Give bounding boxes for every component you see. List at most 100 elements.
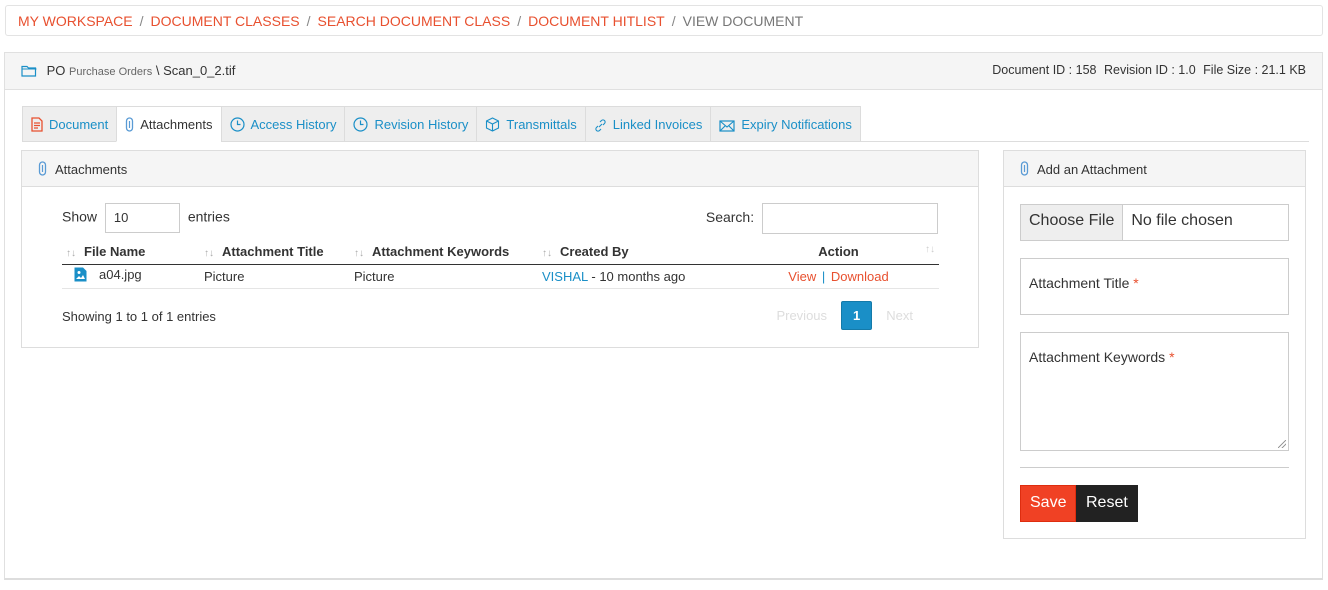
document-header: PO Purchase Orders \ Scan_0_2.tif Docume… (5, 53, 1322, 90)
sort-icon: ↑↓ (542, 247, 552, 259)
breadcrumb: MY WORKSPACE / DOCUMENT CLASSES / SEARCH DOC… (5, 5, 1323, 36)
entries-label: entries (187, 208, 230, 225)
column-header-created-by[interactable]: ↑↓ Created By (538, 239, 738, 265)
attachment-title-input[interactable]: Attachment Title * (1020, 258, 1289, 315)
path-separator: \ (155, 63, 160, 78)
paperclip-icon (1020, 161, 1029, 179)
document-class-name: Purchase Orders (69, 66, 153, 78)
paperclip-icon (125, 110, 134, 146)
cell-created-by: VISHAL - 10 months ago (538, 264, 738, 289)
choose-file-button[interactable]: Choose File (1021, 205, 1124, 240)
page-length-select[interactable]: 10 (104, 203, 180, 233)
view-link[interactable]: View (788, 269, 816, 284)
revision-id: Revision ID : 1.0 (1103, 63, 1196, 77)
search-label: Search: (705, 209, 755, 226)
pagination-previous[interactable]: Previous (766, 302, 837, 329)
column-header-attachment-title[interactable]: ↑↓ Attachment Title (200, 239, 350, 265)
search-input[interactable] (762, 203, 938, 234)
tab-transmittals[interactable]: Transmittals (476, 106, 585, 142)
paperclip-icon (38, 161, 47, 179)
column-label: File Name (84, 243, 146, 259)
document-view-panel: PO Purchase Orders \ Scan_0_2.tif Docume… (4, 52, 1323, 580)
show-label: Show (62, 208, 98, 225)
download-link[interactable]: Download (831, 269, 889, 284)
attachments-panel-title: Attachments (55, 162, 128, 177)
breadcrumb-my-workspace[interactable]: MY WORKSPACE (18, 13, 133, 29)
add-attachment-title: Add an Attachment (1037, 162, 1147, 177)
document-id: Document ID : 158 (992, 63, 1097, 77)
sort-icon: ↑↓ (925, 243, 935, 255)
sort-icon: ↑↓ (66, 247, 76, 259)
breadcrumb-current: VIEW DOCUMENT (682, 13, 804, 29)
required-mark: * (1133, 275, 1139, 291)
breadcrumb-search-document-class[interactable]: SEARCH DOCUMENT CLASS (318, 13, 511, 29)
breadcrumb-document-hitlist[interactable]: DOCUMENT HITLIST (528, 13, 665, 29)
file-size: File Size : 21.1 KB (1203, 63, 1306, 77)
table-search-control: Search: (706, 203, 938, 234)
tab-label: Attachments (140, 117, 213, 132)
table-info: Showing 1 to 1 of 1 entries (62, 309, 216, 324)
table-row: a04.jpg Picture Picture VISHAL - 10 mont… (62, 264, 939, 289)
tab-label: Transmittals (506, 117, 577, 132)
save-button[interactable]: Save (1020, 485, 1077, 522)
document-tabs: Document Attachments Access History Revi… (22, 106, 1309, 142)
clock-icon (229, 110, 245, 146)
attachment-title-placeholder: Attachment Title (1029, 275, 1130, 291)
cell-attachment-title: Picture (200, 264, 350, 289)
file-pdf-icon (31, 110, 43, 146)
tab-label: Revision History (374, 117, 469, 132)
breadcrumb-document-classes[interactable]: DOCUMENT CLASSES (151, 13, 300, 29)
reset-button[interactable]: Reset (1076, 485, 1138, 522)
pagination-page-1[interactable]: 1 (841, 301, 873, 330)
cube-icon (485, 110, 500, 146)
attachments-panel-header: Attachments (22, 151, 978, 187)
tab-label: Expiry Notifications (741, 117, 852, 132)
tab-document[interactable]: Document (22, 106, 117, 142)
clock-icon (353, 110, 369, 146)
folder-icon (21, 64, 37, 80)
breadcrumb-separator: / (517, 13, 522, 29)
tab-label: Document (49, 117, 109, 132)
created-by-user-link[interactable]: VISHAL (542, 269, 588, 284)
breadcrumb-separator: / (306, 13, 311, 29)
resize-handle[interactable] (1278, 440, 1286, 448)
column-header-action[interactable]: Action ↑↓ (738, 239, 939, 265)
column-label: Created By (560, 243, 629, 259)
tab-revision-history[interactable]: Revision History (344, 106, 477, 142)
divider (1020, 467, 1289, 468)
cell-action: View | Download (738, 264, 939, 289)
breadcrumb-separator: / (671, 13, 676, 29)
image-file-icon (74, 267, 87, 285)
attachments-panel: Attachments Show 10 entries Search: ↑↓ Fi… (21, 150, 979, 348)
add-attachment-panel: Add an Attachment Choose File No file ch… (1003, 150, 1306, 539)
file-input[interactable]: Choose File No file chosen (1020, 204, 1289, 241)
column-header-file-name[interactable]: ↑↓ File Name (62, 239, 200, 265)
document-class-code: PO (46, 63, 66, 78)
column-label: Action (818, 243, 859, 259)
tab-linked-invoices[interactable]: Linked Invoices (584, 106, 711, 142)
sort-icon: ↑↓ (354, 247, 364, 259)
add-attachment-panel-header: Add an Attachment (1004, 151, 1305, 187)
file-name: a04.jpg (99, 267, 142, 282)
tab-attachments[interactable]: Attachments (116, 106, 221, 142)
pagination: Previous 1 Next (766, 301, 923, 330)
attachment-keywords-placeholder: Attachment Keywords (1029, 349, 1166, 365)
pagination-next[interactable]: Next (876, 302, 923, 329)
breadcrumb-separator: / (139, 13, 144, 29)
link-icon (594, 110, 607, 146)
file-status: No file chosen (1131, 212, 1233, 229)
tab-expiry-notifications[interactable]: Expiry Notifications (710, 106, 861, 142)
attachments-table: ↑↓ File Name ↑↓ Attachment Title ↑↓ Attachm… (62, 239, 939, 289)
required-mark: * (1169, 349, 1175, 365)
tab-label: Access History (250, 117, 337, 132)
attachment-keywords-textarea[interactable]: Attachment Keywords * (1020, 332, 1289, 451)
envelope-icon (719, 110, 735, 146)
column-header-attachment-keywords[interactable]: ↑↓ Attachment Keywords (350, 239, 538, 265)
tab-label: Linked Invoices (612, 117, 703, 132)
document-meta: Document ID : 158 Revision ID : 1.0 File… (988, 63, 1306, 77)
page-length-control: Show 10 entries (62, 203, 230, 233)
tab-access-history[interactable]: Access History (220, 106, 345, 142)
created-by-time: - 10 months ago (587, 268, 686, 284)
document-file-name: Scan_0_2.tif (163, 63, 236, 78)
table-header-row: ↑↓ File Name ↑↓ Attachment Title ↑↓ Attachm… (62, 239, 939, 265)
